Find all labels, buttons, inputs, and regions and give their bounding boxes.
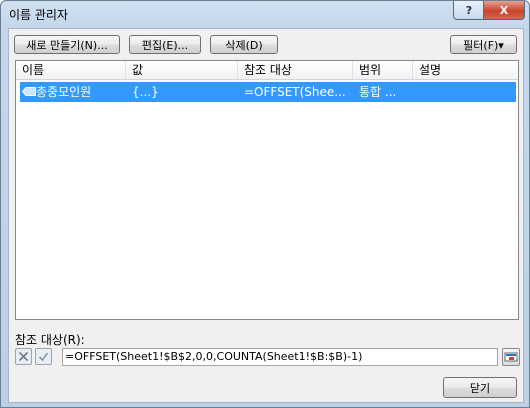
delete-name-button[interactable]: 삭제(D) xyxy=(210,35,278,54)
row-name: 총중모인원 xyxy=(36,85,92,99)
help-icon: ? xyxy=(465,3,473,17)
row-scope: 통합 ... xyxy=(359,85,397,99)
dialog-title: 이름 관리자 xyxy=(9,8,69,22)
title-bar: 이름 관리자 ? X xyxy=(1,1,529,27)
confirm-edit-button[interactable] xyxy=(35,348,52,365)
cancel-x-icon xyxy=(18,351,29,362)
row-comment xyxy=(419,82,514,102)
row-refers-to: =OFFSET(Shee... xyxy=(244,85,346,99)
list-header: 이름 값 참조 대상 범위 설명 xyxy=(16,61,518,80)
range-select-icon xyxy=(504,352,518,362)
named-range-icon xyxy=(22,87,36,96)
edit-name-button[interactable]: 편집(E)... xyxy=(129,35,201,54)
column-header-refers-to[interactable]: 참조 대상 xyxy=(238,61,353,79)
row-value: {...} xyxy=(132,85,159,99)
column-header-name[interactable]: 이름 xyxy=(16,61,126,79)
close-window-button[interactable]: X xyxy=(483,1,525,20)
refers-to-label: 참조 대상(R): xyxy=(15,333,85,347)
list-row-selected[interactable]: 총중모인원 {...} =OFFSET(Shee... 통합 ... xyxy=(20,82,516,102)
new-name-button[interactable]: 새로 만들기(N)... xyxy=(14,35,120,54)
help-button[interactable]: ? xyxy=(453,1,485,20)
close-icon: X xyxy=(499,3,509,17)
close-button[interactable]: 닫기 xyxy=(443,377,517,398)
cancel-edit-button[interactable] xyxy=(15,348,32,365)
filter-button[interactable]: 필터(F)▾ xyxy=(450,35,517,54)
column-header-value[interactable]: 값 xyxy=(126,61,238,79)
checkmark-icon xyxy=(38,352,49,362)
names-list[interactable]: 이름 값 참조 대상 범위 설명 총중모인원 {...} =OFFSET(She… xyxy=(15,60,519,320)
refers-to-input[interactable]: =OFFSET(Sheet1!$B$2,0,0,COUNTA(Sheet1!$B… xyxy=(62,348,498,366)
column-header-comment[interactable]: 설명 xyxy=(413,61,518,79)
column-header-scope[interactable]: 범위 xyxy=(353,61,413,79)
name-manager-dialog: 이름 관리자 ? X 새로 만들기(N)... 편집(E)... 삭제(D) 필… xyxy=(0,0,530,408)
dialog-body: 새로 만들기(N)... 편집(E)... 삭제(D) 필터(F)▾ 이름 값 … xyxy=(8,28,524,403)
collapse-dialog-button[interactable] xyxy=(502,348,520,366)
